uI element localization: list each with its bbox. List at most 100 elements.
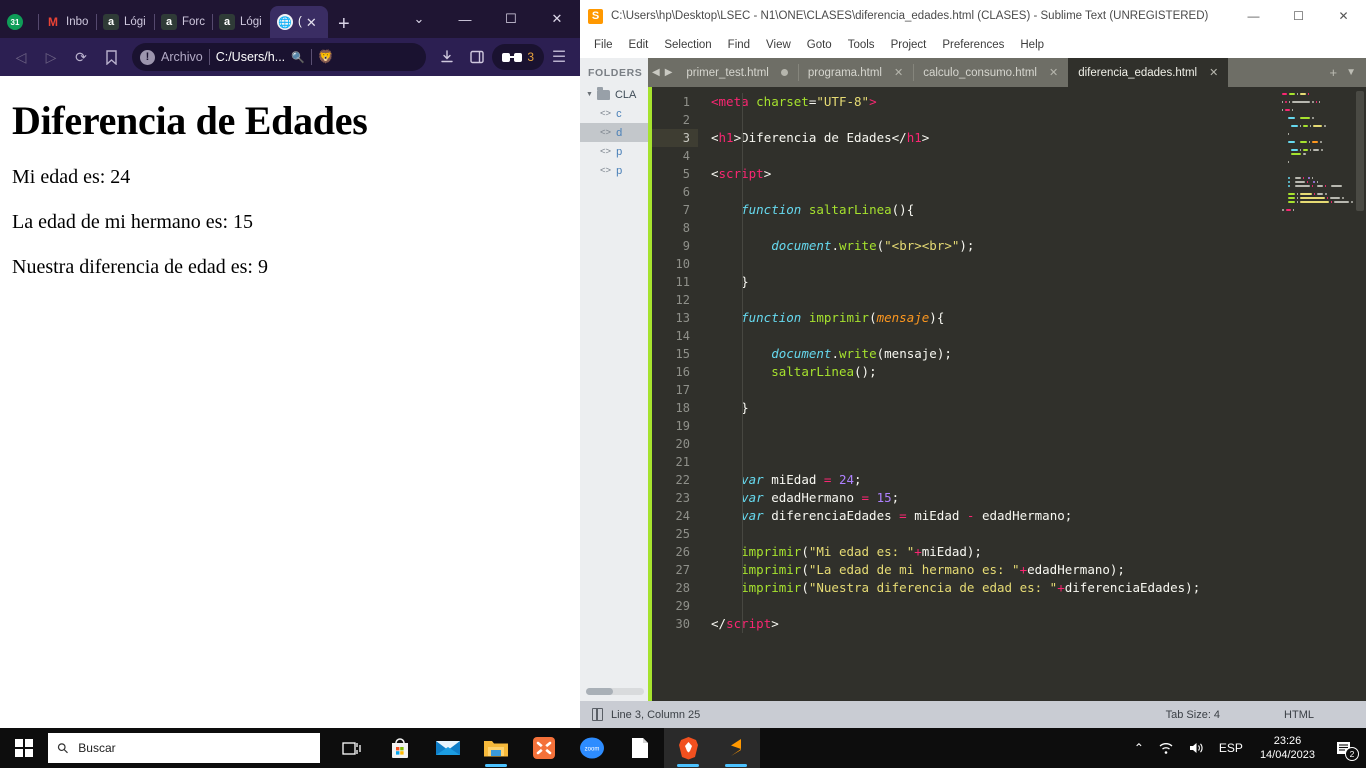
microsoft-store-icon[interactable] <box>376 728 424 768</box>
tab-prev-icon[interactable]: ◀ <box>652 67 660 78</box>
menu-item-goto[interactable]: Goto <box>799 36 840 54</box>
code-line[interactable] <box>711 525 1278 543</box>
code-line[interactable]: function imprimir(mensaje){ <box>711 309 1278 327</box>
volume-icon[interactable] <box>1181 728 1212 768</box>
brave-shields-button[interactable]: 3 <box>492 44 544 70</box>
browser-tab-gmail[interactable]: M Inbo <box>38 6 96 38</box>
close-icon[interactable]: ✕ <box>894 66 903 79</box>
close-icon[interactable]: ✕ <box>1049 66 1058 79</box>
code-line[interactable]: imprimir("La edad de mi hermano es: "+ed… <box>711 561 1278 579</box>
forward-icon[interactable]: ▷ <box>36 43 66 71</box>
sidebar-toggle-icon[interactable] <box>592 708 603 721</box>
code-text[interactable]: <meta charset="UTF-8"> <h1>Diferencia de… <box>698 87 1278 701</box>
omnibox-url-text[interactable]: C:/Users/h... <box>216 50 285 64</box>
browser-tab-calendar[interactable]: 31 <box>0 6 38 38</box>
close-icon[interactable]: ✕ <box>306 16 317 29</box>
code-line[interactable]: } <box>711 399 1278 417</box>
browser-menu-icon[interactable]: ☰ <box>544 43 574 71</box>
code-line[interactable]: } <box>711 273 1278 291</box>
maximize-button[interactable]: ☐ <box>1276 0 1321 32</box>
code-line[interactable]: var diferenciaEdades = miEdad - edadHerm… <box>711 507 1278 525</box>
network-icon[interactable] <box>1151 728 1181 768</box>
chevron-down-icon[interactable]: ▼ <box>586 91 593 98</box>
sidebar-folder-clases[interactable]: ▼ CLA <box>580 85 648 104</box>
code-line[interactable]: document.write(mensaje); <box>711 345 1278 363</box>
code-line[interactable] <box>711 147 1278 165</box>
xampp-icon[interactable] <box>520 728 568 768</box>
code-line[interactable] <box>711 219 1278 237</box>
code-line[interactable]: var miEdad = 24; <box>711 471 1278 489</box>
mail-icon[interactable] <box>424 728 472 768</box>
sidebar-file-3[interactable]: <> p <box>580 142 648 161</box>
browser-tab-active-local-file[interactable]: 🌐 ( ✕ <box>270 6 328 38</box>
code-line[interactable] <box>711 183 1278 201</box>
code-line[interactable]: </script> <box>711 615 1278 633</box>
code-line[interactable]: document.write("<br><br>"); <box>711 237 1278 255</box>
sidebar-horizontal-scrollbar[interactable] <box>586 688 644 695</box>
sublime-tab-calculo-consumo[interactable]: calculo_consumo.html ✕ <box>913 58 1069 87</box>
unsaved-dot-icon[interactable] <box>780 69 788 76</box>
search-icon[interactable]: 🔍 <box>291 51 305 64</box>
notepad-icon[interactable] <box>616 728 664 768</box>
code-line[interactable]: imprimir("Mi edad es: "+miEdad); <box>711 543 1278 561</box>
bookmark-icon[interactable] <box>96 43 126 71</box>
tab-next-icon[interactable]: ▶ <box>665 67 673 78</box>
code-line[interactable]: function saltarLinea(){ <box>711 201 1278 219</box>
minimap-viewport[interactable] <box>1356 91 1364 211</box>
close-button[interactable]: ✕ <box>534 0 580 38</box>
code-minimap[interactable] <box>1278 87 1366 701</box>
tab-list-chevron-icon[interactable]: ▼ <box>1346 67 1356 78</box>
menu-item-selection[interactable]: Selection <box>656 36 719 54</box>
syntax-label[interactable]: HTML <box>1284 709 1314 721</box>
code-line[interactable] <box>711 327 1278 345</box>
browser-tab-foro[interactable]: a Forc <box>154 6 212 38</box>
menu-item-preferences[interactable]: Preferences <box>934 36 1012 54</box>
file-explorer-icon[interactable] <box>472 728 520 768</box>
minimize-button[interactable]: — <box>1231 0 1276 32</box>
browser-tab-logica-2[interactable]: a Lógi <box>212 6 270 38</box>
back-icon[interactable]: ◁ <box>6 43 36 71</box>
code-line[interactable] <box>711 291 1278 309</box>
code-line[interactable]: <meta charset="UTF-8"> <box>711 93 1278 111</box>
new-tab-button[interactable]: + <box>328 14 360 38</box>
menu-item-view[interactable]: View <box>758 36 799 54</box>
brave-icon[interactable] <box>664 728 712 768</box>
brave-lion-icon[interactable]: 🦁 <box>318 49 334 65</box>
code-line[interactable] <box>711 597 1278 615</box>
notification-center-button[interactable]: 2 <box>1325 728 1362 768</box>
minimize-button[interactable]: — <box>442 0 488 38</box>
menu-item-find[interactable]: Find <box>720 36 758 54</box>
chevron-down-icon[interactable]: ⌄ <box>396 0 442 38</box>
sublime-tab-diferencia-edades[interactable]: diferencia_edades.html ✕ <box>1068 58 1229 87</box>
tray-expand-chevron-icon[interactable]: ⌃ <box>1127 728 1151 768</box>
code-line[interactable] <box>711 417 1278 435</box>
reload-icon[interactable]: ⟳ <box>66 43 96 71</box>
start-button[interactable] <box>0 728 48 768</box>
code-line[interactable] <box>711 255 1278 273</box>
task-view-icon[interactable] <box>328 728 376 768</box>
sidebar-file-4[interactable]: <> p <box>580 161 648 180</box>
tab-size-label[interactable]: Tab Size: 4 <box>1166 709 1220 721</box>
code-line[interactable] <box>711 435 1278 453</box>
code-line[interactable]: <h1>Diferencia de Edades</h1> <box>711 129 1278 147</box>
code-line[interactable] <box>711 453 1278 471</box>
close-button[interactable]: ✕ <box>1321 0 1366 32</box>
taskbar-clock[interactable]: 23:26 14/04/2023 <box>1250 728 1325 768</box>
maximize-button[interactable]: ☐ <box>488 0 534 38</box>
code-line[interactable]: saltarLinea(); <box>711 363 1278 381</box>
code-line[interactable] <box>711 111 1278 129</box>
code-line[interactable]: var edadHermano = 15; <box>711 489 1278 507</box>
sidebar-panel-icon[interactable] <box>462 43 492 71</box>
sidebar-file-2-selected[interactable]: <> d <box>580 123 648 142</box>
sidebar-file-1[interactable]: <> c <box>580 104 648 123</box>
sublime-text-taskbar-icon[interactable] <box>712 728 760 768</box>
menu-item-file[interactable]: File <box>586 36 621 54</box>
zoom-icon[interactable]: zoom <box>568 728 616 768</box>
language-indicator[interactable]: ESP <box>1212 728 1250 768</box>
code-line[interactable]: <script> <box>711 165 1278 183</box>
info-icon[interactable]: ! <box>140 49 155 65</box>
menu-item-help[interactable]: Help <box>1012 36 1052 54</box>
menu-item-edit[interactable]: Edit <box>621 36 657 54</box>
menu-item-project[interactable]: Project <box>883 36 935 54</box>
download-icon[interactable] <box>432 43 462 71</box>
